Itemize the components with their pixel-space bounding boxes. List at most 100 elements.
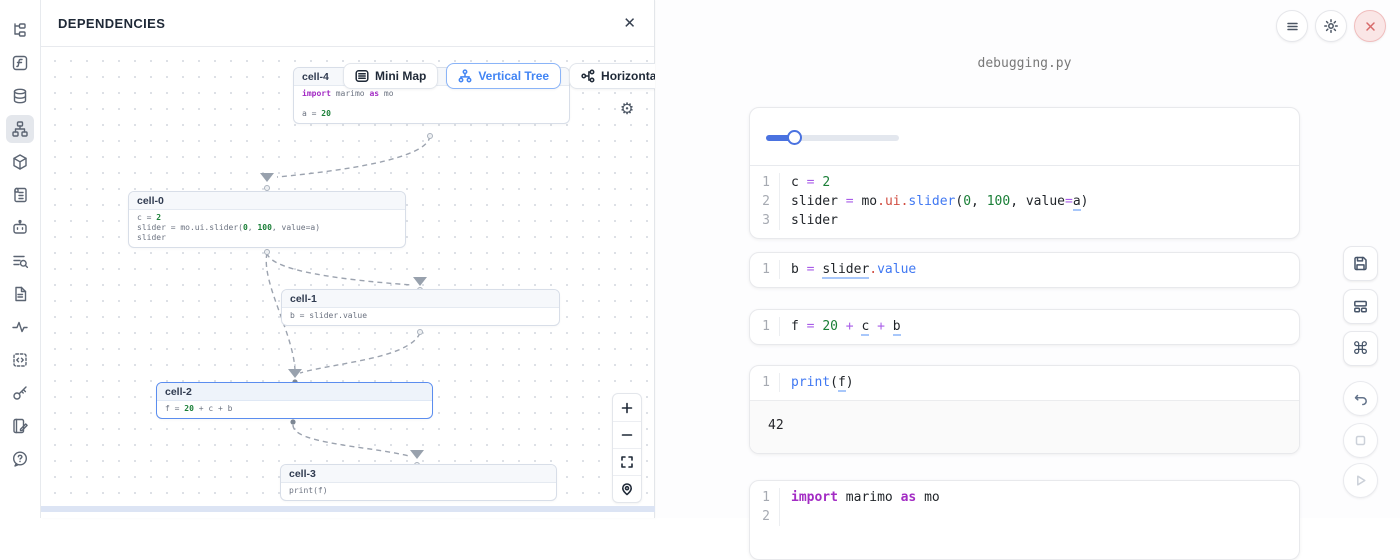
slider-thumb[interactable] bbox=[787, 130, 802, 145]
node-title: cell-3 bbox=[281, 465, 556, 483]
code-snippets-icon[interactable] bbox=[6, 346, 34, 374]
run-button[interactable] bbox=[1343, 463, 1378, 498]
slider-control[interactable] bbox=[766, 130, 899, 145]
minimap-label: Mini Map bbox=[375, 69, 426, 83]
notebook-cell-import[interactable]: 1import marimo as mo 2 bbox=[749, 480, 1300, 560]
play-icon bbox=[1353, 473, 1368, 488]
save-floppy-icon bbox=[1352, 255, 1369, 272]
left-icon-rail bbox=[0, 0, 41, 518]
save-button[interactable] bbox=[1343, 246, 1378, 281]
node-code-line: c = 2 bbox=[137, 213, 397, 223]
stop-button[interactable] bbox=[1343, 423, 1378, 458]
code-line[interactable]: print(f) bbox=[780, 373, 854, 392]
chat-icon[interactable] bbox=[6, 214, 34, 242]
horizontal-tree-icon bbox=[581, 69, 595, 83]
notebook-cell-slider[interactable]: 1c = 2 2slider = mo.ui.slider(0, 100, va… bbox=[749, 107, 1300, 239]
undo-icon bbox=[1353, 391, 1369, 407]
code-line[interactable]: slider bbox=[780, 211, 838, 230]
file-explorer-icon[interactable] bbox=[6, 16, 34, 44]
packages-icon[interactable] bbox=[6, 148, 34, 176]
settings-button[interactable] bbox=[1315, 10, 1347, 42]
node-code-line: slider = mo.ui.slider(0, 100, value=a) bbox=[137, 223, 397, 233]
shutdown-button[interactable] bbox=[1354, 10, 1386, 42]
graph-node-cell-1[interactable]: cell-1 b = slider.value bbox=[281, 289, 560, 326]
graph-settings-gear-icon[interactable]: ⚙ bbox=[617, 100, 637, 120]
documentation-icon[interactable] bbox=[6, 280, 34, 308]
undo-button[interactable] bbox=[1343, 381, 1378, 416]
node-title: cell-1 bbox=[282, 290, 559, 308]
fit-view-button[interactable] bbox=[613, 448, 641, 475]
cell-console-output: 42 bbox=[750, 400, 1299, 453]
code-line[interactable]: b = slider.value bbox=[780, 260, 916, 279]
code-line[interactable]: import marimo as mo bbox=[780, 488, 940, 507]
horizontal-tree-label: Horizontal Tree bbox=[601, 69, 655, 83]
line-number: 1 bbox=[750, 173, 780, 192]
command-icon: ⌘ bbox=[1352, 339, 1369, 359]
edge-cell2-cell3 bbox=[293, 425, 409, 456]
dependencies-panel: DEPENDENCIES ✕ bbox=[41, 0, 655, 518]
minimap-button[interactable]: Mini Map bbox=[343, 63, 438, 89]
graph-node-cell-2[interactable]: cell-2 f = 20 + c + b bbox=[156, 382, 433, 419]
zoom-in-button[interactable] bbox=[613, 394, 641, 421]
layout-button[interactable] bbox=[1343, 289, 1378, 324]
close-panel-icon[interactable]: ✕ bbox=[623, 16, 636, 31]
cell-output-slider bbox=[750, 108, 1299, 166]
line-number: 1 bbox=[750, 317, 780, 336]
close-x-icon bbox=[1364, 20, 1377, 33]
graph-node-cell-0[interactable]: cell-0 c = 2 slider = mo.ui.slider(0, 10… bbox=[128, 191, 406, 248]
code-editor[interactable]: 1b = slider.value bbox=[750, 253, 1299, 287]
line-number: 2 bbox=[750, 507, 780, 526]
horizontal-tree-button[interactable]: Horizontal Tree bbox=[569, 63, 655, 89]
vertical-tree-label: Vertical Tree bbox=[478, 69, 549, 83]
logs-icon[interactable] bbox=[6, 181, 34, 209]
panel-resize-handle[interactable] bbox=[41, 506, 655, 512]
notebook-filename: debugging.py bbox=[749, 56, 1300, 71]
code-editor[interactable]: 1f = 20 + c + b bbox=[750, 310, 1299, 344]
datasources-icon[interactable] bbox=[6, 82, 34, 110]
code-line[interactable] bbox=[780, 507, 791, 526]
code-editor[interactable]: 1import marimo as mo 2 bbox=[750, 481, 1299, 534]
gear-icon bbox=[1323, 18, 1339, 34]
dependencies-panel-header: DEPENDENCIES ✕ bbox=[41, 0, 654, 47]
graph-node-cell-3[interactable]: cell-3 print(f) bbox=[280, 464, 557, 501]
panel-title: DEPENDENCIES bbox=[58, 16, 165, 31]
node-title: cell-2 bbox=[157, 383, 432, 401]
graph-zoom-controls bbox=[612, 393, 642, 503]
node-code-line: slider bbox=[137, 233, 397, 243]
dependencies-icon[interactable] bbox=[6, 115, 34, 143]
code-line[interactable]: f = 20 + c + b bbox=[780, 317, 901, 336]
notebook-cell-print[interactable]: 1print(f) 42 bbox=[749, 365, 1300, 454]
node-code-line: print(f) bbox=[289, 486, 548, 496]
code-line[interactable]: c = 2 bbox=[780, 173, 830, 192]
dependency-graph-canvas[interactable]: cell-4 import marimo as mo a = 20 cell-0… bbox=[41, 47, 655, 512]
scratchpad-icon[interactable] bbox=[6, 412, 34, 440]
node-code-line bbox=[302, 99, 561, 109]
line-number: 3 bbox=[750, 211, 780, 230]
secrets-key-icon[interactable] bbox=[6, 379, 34, 407]
code-line[interactable]: slider = mo.ui.slider(0, 100, value=a) bbox=[780, 192, 1088, 211]
tracing-icon[interactable] bbox=[6, 313, 34, 341]
vertical-tree-icon bbox=[458, 69, 472, 83]
line-number: 1 bbox=[750, 488, 780, 507]
menu-button[interactable] bbox=[1276, 10, 1308, 42]
snippets-search-icon[interactable] bbox=[6, 247, 34, 275]
hamburger-menu-icon bbox=[1285, 19, 1300, 34]
edge-cell1-cell2 bbox=[300, 333, 420, 373]
keyboard-shortcuts-button[interactable]: ⌘ bbox=[1343, 331, 1378, 366]
help-icon[interactable] bbox=[6, 445, 34, 473]
center-selection-button[interactable] bbox=[613, 475, 641, 502]
node-code-line: b = slider.value bbox=[290, 311, 551, 321]
vertical-tree-button[interactable]: Vertical Tree bbox=[446, 63, 561, 89]
notebook-cell-b[interactable]: 1b = slider.value bbox=[749, 252, 1300, 288]
line-number: 1 bbox=[750, 373, 780, 392]
edge-cell4-cell0 bbox=[277, 136, 430, 177]
stop-icon bbox=[1353, 433, 1368, 448]
top-right-controls bbox=[1276, 10, 1386, 42]
layout-grid-icon bbox=[1352, 298, 1369, 315]
notebook-cell-f[interactable]: 1f = 20 + c + b bbox=[749, 309, 1300, 345]
functions-icon[interactable] bbox=[6, 49, 34, 77]
zoom-out-button[interactable] bbox=[613, 421, 641, 448]
code-editor[interactable]: 1c = 2 2slider = mo.ui.slider(0, 100, va… bbox=[750, 166, 1299, 238]
code-editor[interactable]: 1print(f) bbox=[750, 366, 1299, 400]
edge-cell0-cell1 bbox=[267, 253, 412, 285]
